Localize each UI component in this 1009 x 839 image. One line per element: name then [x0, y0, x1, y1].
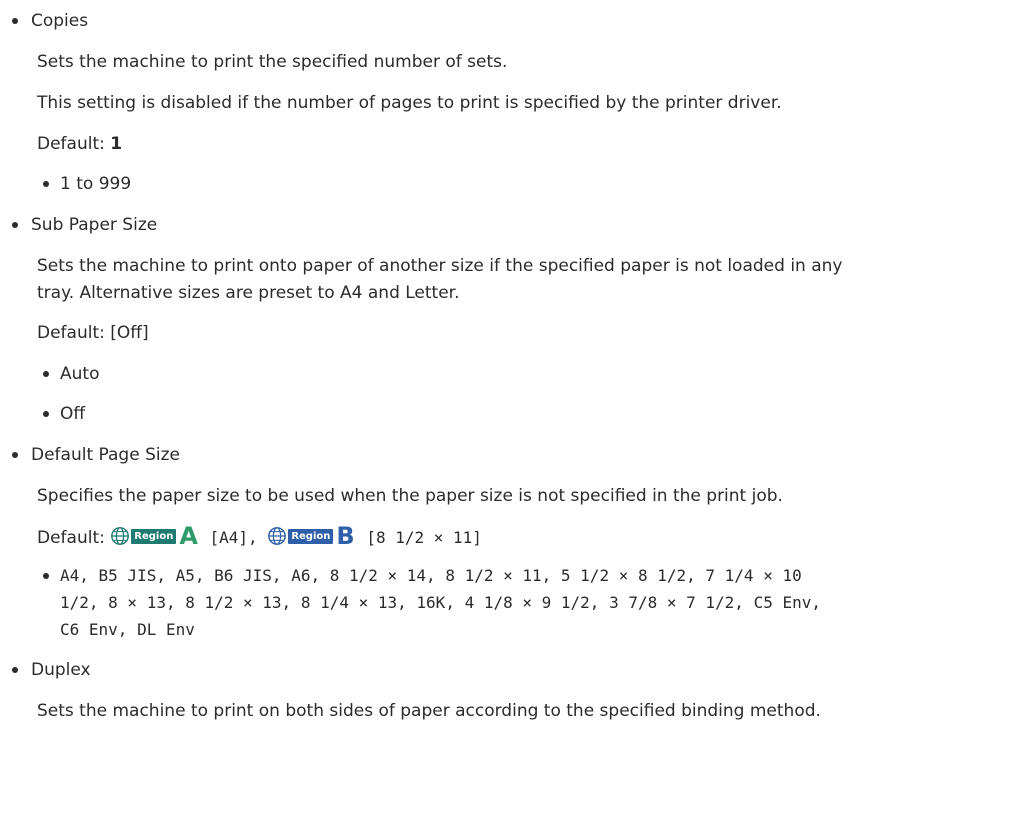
region-a-letter: A [179, 522, 198, 550]
default-value: 1 [110, 134, 123, 154]
default-label: Default: [37, 528, 111, 548]
section-title-default-page-size: Default Page Size [31, 445, 180, 465]
globe-icon [111, 527, 130, 545]
bullet [43, 371, 49, 377]
section-title-duplex: Duplex [31, 660, 91, 680]
copies-option-range: 1 to 999 [60, 174, 132, 194]
bullet [12, 222, 18, 228]
copies-default: Default: 1 [37, 133, 122, 155]
default-page-size-default: Default: Region A [A4], Region B [8 1/2 × … [37, 522, 482, 550]
region-b-value: [8 1/2 × 11] [356, 528, 482, 547]
globe-icon [268, 527, 287, 545]
copies-paragraph-2: This setting is disabled if the number o… [37, 93, 782, 113]
region-a-value: [A4], [199, 528, 268, 547]
bullet [12, 667, 18, 673]
region-b-badge: Region B [267, 522, 355, 550]
region-b-letter: B [336, 522, 355, 550]
page-size-options-line-2: 1/2, 8 × 13, 8 1/2 × 13, 8 1/4 × 13, 16K… [60, 593, 821, 612]
page-size-options-line-3: C6 Env, DL Env [60, 620, 195, 639]
sub-paper-option-auto: Auto [60, 364, 100, 384]
duplex-paragraph: Sets the machine to print on both sides … [37, 701, 821, 721]
bullet [43, 411, 49, 417]
sub-paper-option-off: Off [60, 404, 86, 424]
region-label: Region [288, 528, 334, 544]
sub-paper-paragraph-2: tray. Alternative sizes are preset to A4… [37, 283, 460, 303]
copies-paragraph-1: Sets the machine to print the specified … [37, 52, 508, 72]
bullet [12, 452, 18, 458]
default-page-size-paragraph: Specifies the paper size to be used when… [37, 486, 783, 506]
sub-paper-paragraph-1: Sets the machine to print onto paper of … [37, 256, 843, 276]
section-title-copies: Copies [31, 11, 89, 31]
section-title-sub-paper-size: Sub Paper Size [31, 215, 158, 235]
sub-paper-default: Default: [Off] [37, 323, 149, 343]
region-label: Region [131, 528, 177, 544]
page-size-options-line-1: A4, B5 JIS, A5, B6 JIS, A6, 8 1/2 × 14, … [60, 566, 802, 585]
bullet [43, 573, 49, 579]
default-label: Default: [37, 134, 111, 154]
bullet [12, 18, 18, 24]
bullet [43, 181, 49, 187]
region-a-badge: Region A [110, 522, 198, 550]
